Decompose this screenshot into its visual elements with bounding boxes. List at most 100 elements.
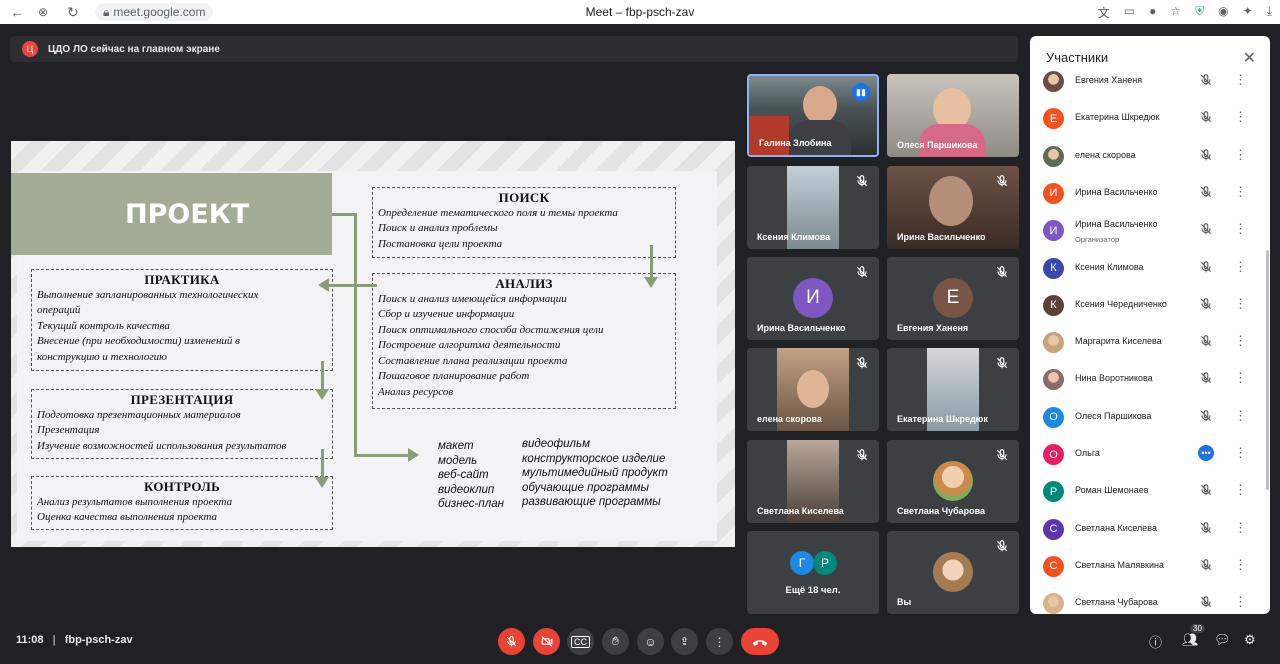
mic-off-icon xyxy=(1199,334,1213,348)
raise-hand-button[interactable]: ✋︎ xyxy=(602,628,629,655)
participant-name: Олеся Паршикова xyxy=(1075,410,1152,421)
more-participants-tile[interactable]: Г Р Ещё 18 чел. xyxy=(747,531,879,614)
participant-row[interactable]: О Олеся Паршикова ⋮ xyxy=(1030,398,1260,435)
more-options-button[interactable]: ⋮ xyxy=(706,628,733,655)
more-vert-icon[interactable]: ⋮ xyxy=(1234,260,1247,273)
participant-name: Екатерина Шкредюк xyxy=(897,414,988,424)
participant-tile[interactable]: И Ирина Васильченко xyxy=(747,257,879,340)
people-icon[interactable]: 👥︎ xyxy=(1182,632,1199,648)
participant-row[interactable]: И Ирина Васильченко Организатор ⋮ xyxy=(1030,211,1260,248)
more-vert-icon[interactable]: ⋮ xyxy=(1234,148,1247,161)
more-vert-icon[interactable]: ⋮ xyxy=(1234,110,1247,123)
download-icon[interactable]: ⤓ xyxy=(1267,4,1272,21)
address-bar[interactable]: 🔒︎ meet.google.com xyxy=(95,3,214,21)
box-line: Построение алгоритма деятельности xyxy=(378,339,561,351)
participant-tile[interactable]: елена скорова xyxy=(747,348,879,431)
connector-line xyxy=(321,449,324,479)
self-tile[interactable]: Вы xyxy=(887,531,1019,614)
arrow-right-icon xyxy=(408,448,419,462)
box-line: операций xyxy=(37,304,81,316)
box-line: Пошаговое планирование работ xyxy=(378,370,530,382)
present-button[interactable]: ⇪ xyxy=(671,628,698,655)
more-vert-icon[interactable]: ⋮ xyxy=(1234,371,1247,384)
video-feed xyxy=(797,370,829,408)
more-vert-icon[interactable]: ⋮ xyxy=(1234,595,1247,608)
star-icon[interactable]: ☆ xyxy=(1170,4,1181,21)
more-vert-icon[interactable]: ⋮ xyxy=(1234,558,1247,571)
mic-icon[interactable]: ● xyxy=(1149,4,1156,21)
participant-name: Ирина Васильченко xyxy=(757,323,846,333)
activities-icon[interactable]: ⚙ xyxy=(1244,632,1256,648)
more-vert-icon[interactable]: ⋮ xyxy=(1234,521,1247,534)
product-item: мультимедийный продукт xyxy=(522,467,668,479)
participant-tile[interactable]: Ксения Климова xyxy=(747,166,879,249)
participant-tile[interactable]: Екатерина Шкредюк xyxy=(887,348,1019,431)
more-vert-icon[interactable]: ⋮ xyxy=(1234,222,1247,235)
shield-icon[interactable]: ⛨ xyxy=(1195,4,1204,21)
participant-row[interactable]: Нина Воротникова ⋮ xyxy=(1030,360,1260,397)
camera-toggle-button[interactable] xyxy=(533,628,560,655)
chat-icon[interactable]: 💬︎ xyxy=(1214,632,1231,648)
kontrol-box: КОНТРОЛЬ Анализ результатов выполнения п… xyxy=(31,476,333,530)
product-item: веб-сайт xyxy=(438,469,489,481)
more-vert-icon[interactable]: ⋮ xyxy=(1234,483,1247,496)
participant-avatar: Р xyxy=(1043,481,1064,503)
mic-off-icon xyxy=(1199,483,1213,497)
leave-call-button[interactable] xyxy=(741,628,779,655)
info-icon[interactable]: ⓘ xyxy=(1149,632,1162,651)
participant-name: Маргарита Киселева xyxy=(1075,336,1162,347)
participant-row[interactable]: Светлана Чубарова ⋮ xyxy=(1030,584,1260,614)
arrow-down-icon xyxy=(315,389,329,400)
participant-avatar xyxy=(1043,145,1064,167)
participant-tile[interactable]: Светлана Чубарова xyxy=(887,440,1019,523)
puzzle-icon[interactable]: ✦ xyxy=(1243,4,1253,21)
box-line: Выполнение запланированных технологическ… xyxy=(37,288,259,301)
participant-row[interactable]: К Ксения Климова ⋮ xyxy=(1030,249,1260,286)
captions-button[interactable]: CC xyxy=(567,628,594,655)
participant-row[interactable]: Р Роман Шемонаев ⋮ xyxy=(1030,472,1260,509)
participant-tile[interactable]: Е Евгения Ханеня xyxy=(887,257,1019,340)
participant-row[interactable]: Маргарита Киселева ⋮ xyxy=(1030,323,1260,360)
participant-row[interactable]: елена скорова ⋮ xyxy=(1030,137,1260,174)
mic-toggle-button[interactable] xyxy=(498,628,525,655)
participant-avatar: Г xyxy=(790,551,814,575)
more-vert-icon[interactable]: ⋮ xyxy=(1234,297,1247,310)
participant-row[interactable]: К Ксения Чередниченко ⋮ xyxy=(1030,286,1260,323)
more-vert-icon[interactable]: ⋮ xyxy=(1234,409,1247,422)
connector-line xyxy=(329,284,377,287)
participant-avatar xyxy=(1043,71,1064,92)
participant-name: Екатерина Шкредюк xyxy=(1075,112,1160,123)
more-vert-icon[interactable]: ⋮ xyxy=(1234,446,1247,459)
more-vert-icon: ⋮ xyxy=(713,634,726,649)
more-vert-icon[interactable]: ⋮ xyxy=(1234,185,1247,198)
participant-row[interactable]: С Светлана Малявкина ⋮ xyxy=(1030,547,1260,584)
meeting-info: 11:08 | fbp-psch-zav xyxy=(16,634,133,646)
box-line: Постановка цели проекта xyxy=(378,237,503,250)
participant-row[interactable]: Е Екатерина Шкредюк ⋮ xyxy=(1030,99,1260,136)
translate-icon[interactable]: 文 xyxy=(1098,4,1110,21)
scrollbar[interactable] xyxy=(1266,250,1269,490)
participant-tile[interactable]: Светлана Киселева xyxy=(747,440,879,523)
browser-toolbar: ← ⊗ ↻ 🔒︎ meet.google.com Meet – fbp-psch… xyxy=(0,0,1280,24)
extension-icon[interactable]: ◉ xyxy=(1218,4,1228,21)
back-icon[interactable]: ← xyxy=(10,4,24,20)
participant-name: Нина Воротникова xyxy=(1075,373,1153,384)
participant-row[interactable]: С Светлана Киселева ⋮ xyxy=(1030,510,1260,547)
shield-circle-icon[interactable]: ⊗ xyxy=(38,5,48,19)
more-vert-icon[interactable]: ⋮ xyxy=(1234,73,1247,86)
participant-tile[interactable]: ▮▮ Галина Злобина xyxy=(747,74,879,157)
camera-icon[interactable]: ▭ xyxy=(1124,4,1135,21)
reload-icon[interactable]: ↻ xyxy=(67,4,79,21)
mic-off-icon xyxy=(1199,110,1213,124)
participant-row[interactable]: О Ольга ••• ⋮ xyxy=(1030,435,1260,472)
product-item: макет xyxy=(438,440,474,452)
participant-tile[interactable]: Ирина Васильченко xyxy=(887,166,1019,249)
more-vert-icon[interactable]: ⋮ xyxy=(1234,334,1247,347)
lock-icon: 🔒︎ xyxy=(103,4,110,19)
mic-off-icon xyxy=(996,449,1008,461)
hand-icon: ✋︎ xyxy=(612,634,619,648)
participant-row[interactable]: Евгения Ханеня ⋮ xyxy=(1030,62,1260,99)
reactions-button[interactable]: ☺ xyxy=(637,628,664,655)
participant-tile[interactable]: Олеся Паршикова xyxy=(887,74,1019,157)
participant-row[interactable]: И Ирина Васильченко ⋮ xyxy=(1030,174,1260,211)
